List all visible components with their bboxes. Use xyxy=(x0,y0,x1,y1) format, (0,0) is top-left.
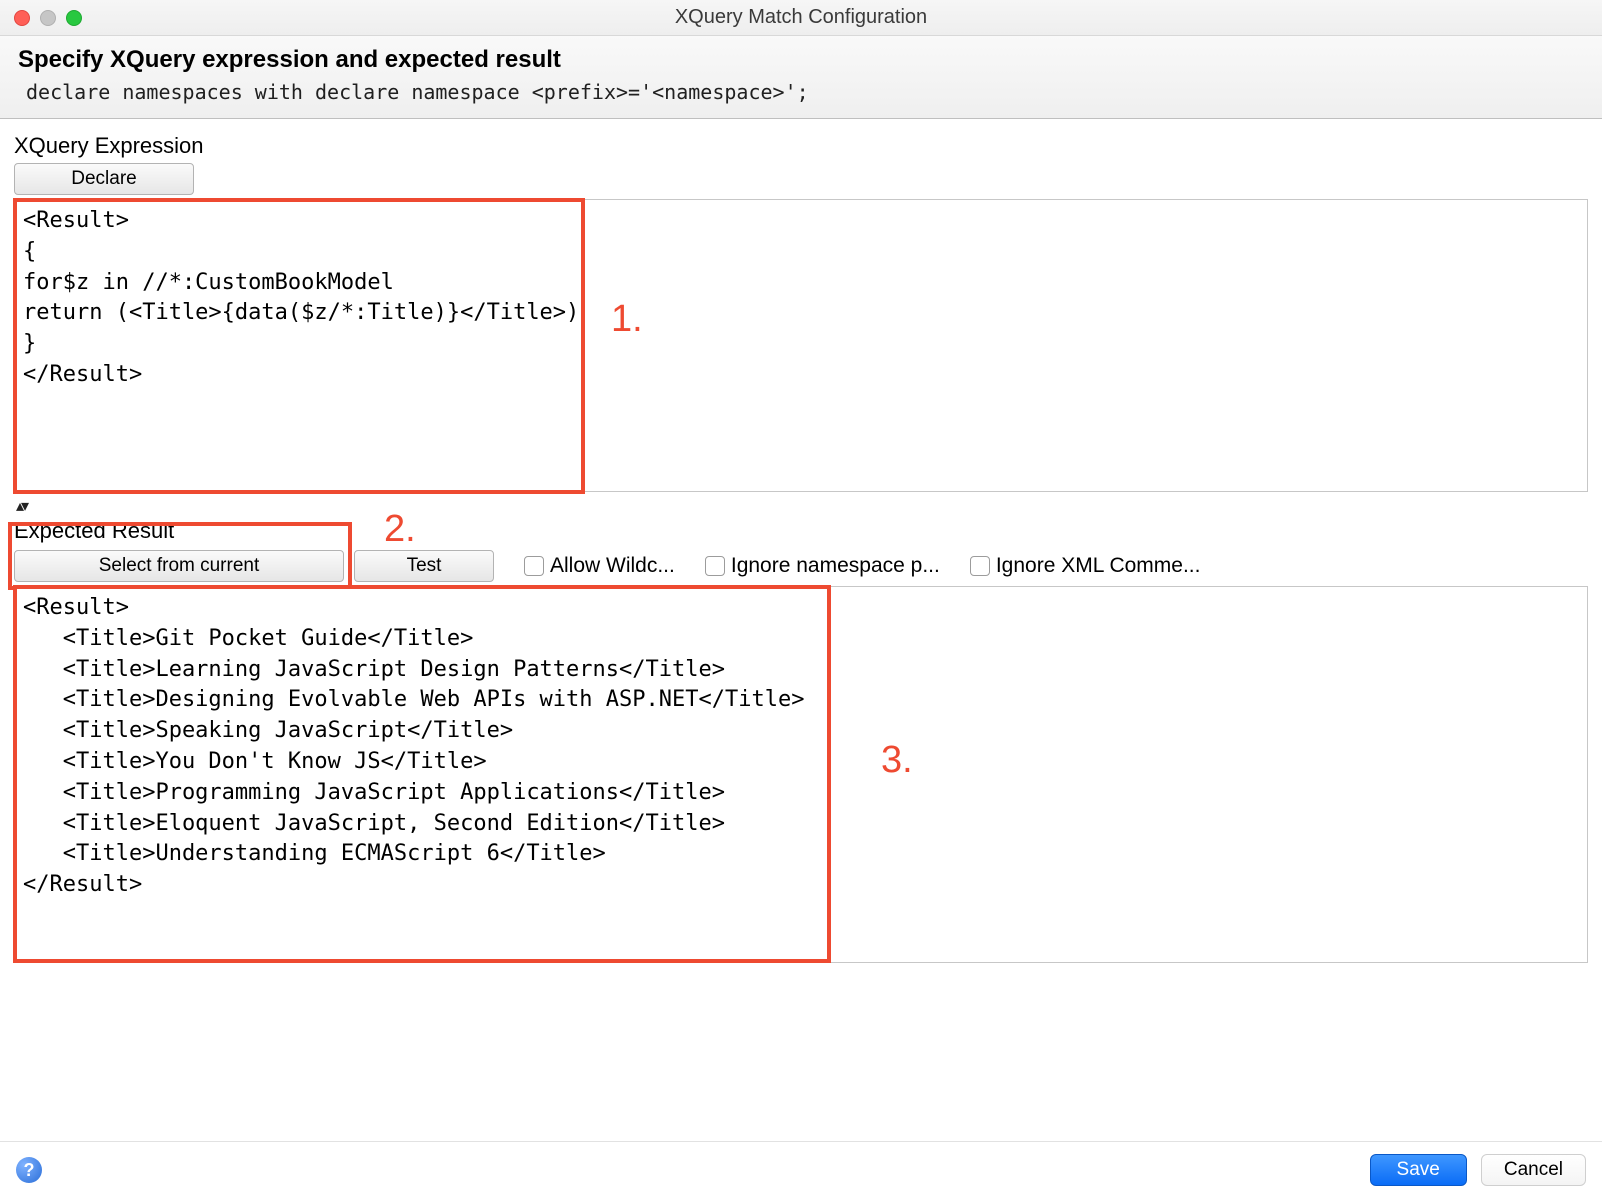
expected-result-toolbar: Select from current Test Allow Wildc... … xyxy=(14,550,1588,582)
ignore-comments-checkbox[interactable]: Ignore XML Comme... xyxy=(970,554,1201,578)
xquery-expression-label: XQuery Expression xyxy=(14,133,1588,159)
cancel-button[interactable]: Cancel xyxy=(1481,1154,1586,1186)
dialog-subtitle: declare namespaces with declare namespac… xyxy=(18,74,1584,104)
window-title: XQuery Match Configuration xyxy=(0,6,1602,29)
select-from-current-button[interactable]: Select from current xyxy=(14,550,344,582)
ignore-comments-label: Ignore XML Comme... xyxy=(996,554,1201,578)
allow-wildcards-checkbox[interactable]: Allow Wildc... xyxy=(524,554,675,578)
ignore-namespace-checkbox[interactable]: Ignore namespace p... xyxy=(705,554,940,578)
xquery-expression-input[interactable] xyxy=(15,200,1587,486)
save-button[interactable]: Save xyxy=(1370,1154,1467,1186)
test-button[interactable]: Test xyxy=(354,550,494,582)
checkbox-icon xyxy=(705,556,725,576)
xquery-expression-area: 1. xyxy=(14,199,1588,492)
dialog-header: Specify XQuery expression and expected r… xyxy=(0,36,1602,119)
dialog-footer: ? Save Cancel xyxy=(0,1141,1602,1198)
declare-button[interactable]: Declare xyxy=(14,163,194,195)
allow-wildcards-label: Allow Wildc... xyxy=(550,554,675,578)
expected-result-input[interactable] xyxy=(15,587,1587,957)
expected-result-area: 3. xyxy=(14,586,1588,963)
checkbox-icon xyxy=(970,556,990,576)
ignore-namespace-label: Ignore namespace p... xyxy=(731,554,940,578)
dialog-content: XQuery Expression Declare 1. ▴▾ Expected… xyxy=(0,119,1602,1141)
expand-arrows-icon[interactable]: ▴▾ xyxy=(14,492,1588,518)
expected-result-label: Expected Result xyxy=(14,518,1588,544)
checkbox-icon xyxy=(524,556,544,576)
help-icon[interactable]: ? xyxy=(16,1157,42,1183)
dialog-title: Specify XQuery expression and expected r… xyxy=(18,46,1584,74)
title-bar: XQuery Match Configuration xyxy=(0,0,1602,36)
